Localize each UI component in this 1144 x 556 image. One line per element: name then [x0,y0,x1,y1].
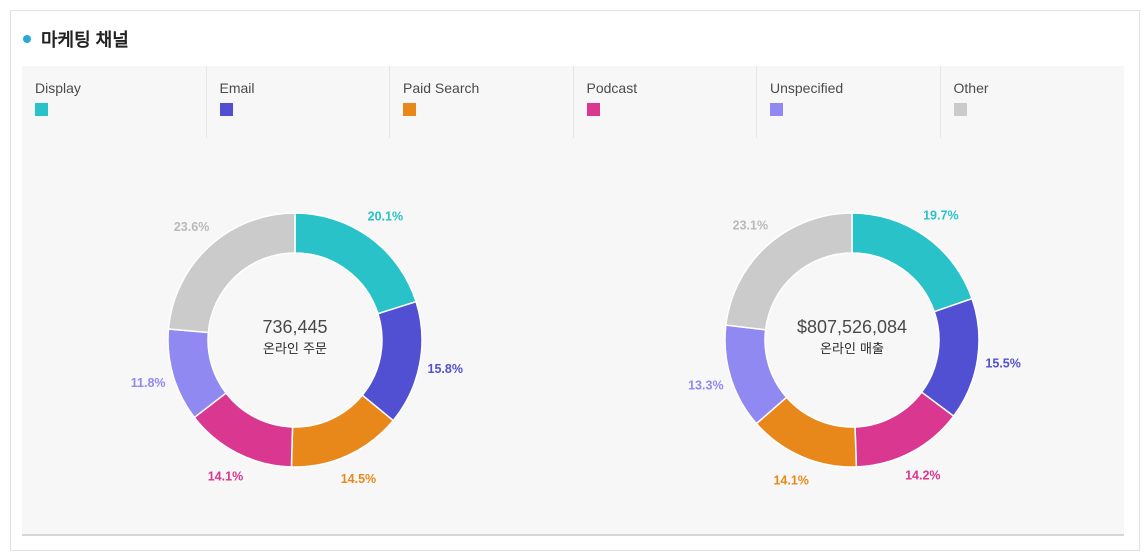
slice-value-label: 11.8% [131,376,166,390]
slice-value-label: 20.1% [368,210,403,224]
slice-value-label: 23.1% [733,219,768,233]
slice-value-label: 15.5% [985,357,1020,371]
donut-center-value: $807,526,084 [797,317,907,337]
donut-chart-orders: 20.1% 15.8% 14.5% 14.1% 11.8% 23.6% 736,445 온라인… [131,210,463,487]
slice-value-label: 14.2% [905,469,940,483]
donut-center-label: 온라인 주문 [263,342,327,357]
donut-center-label: 온라인 매출 [820,342,884,357]
slice-value-label: 15.8% [428,362,463,376]
slice-value-label: 14.1% [208,469,243,483]
donut-charts: 20.1% 15.8% 14.5% 14.1% 11.8% 23.6% 736,445 온라인… [131,208,1021,487]
slice-value-label: 23.6% [174,220,209,234]
donut-center-value: 736,445 [262,317,327,337]
donut-chart-revenue: 19.7% 15.5% 14.2% 14.1% 13.3% 23.1% $807,526,0… [688,208,1021,487]
slice-value-label: 14.1% [773,473,808,487]
donut-slice-display[interactable] [294,212,418,315]
slice-value-label: 14.5% [341,472,376,486]
slice-value-label: 13.3% [688,378,723,392]
donut-slice-display[interactable] [851,212,974,313]
slice-value-label: 19.7% [923,208,958,222]
